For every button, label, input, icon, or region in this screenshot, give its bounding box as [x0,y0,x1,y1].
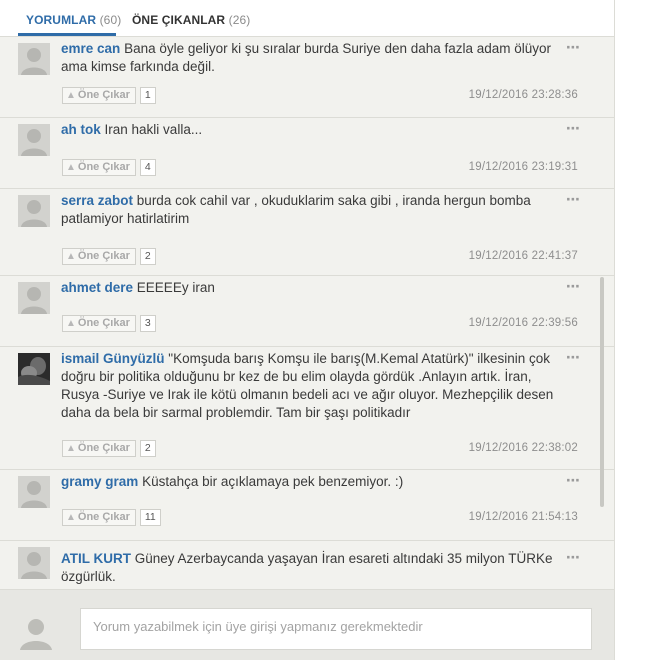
comment-body: serra zabot burda cok cahil var , okuduk… [61,192,555,228]
default-avatar-icon [21,48,47,75]
comment-actions: ▲ Öne Çıkar 11 [62,509,161,527]
more-options-icon[interactable]: ⋯ [566,191,581,208]
avatar[interactable] [18,547,50,579]
comments-panel: YORUMLAR (60) ÖNE ÇIKANLAR (26) emre can… [0,0,615,660]
default-avatar-icon [21,129,47,156]
up-arrow-icon: ▲ [66,162,76,173]
feature-button-label: Öne Çıkar [77,89,130,101]
feature-count: 11 [139,509,161,526]
comment-text: Iran hakli valla... [104,122,203,137]
comment-item: ismail Günyüzlü "Komşuda barış Komşu ile… [0,347,614,470]
comment-body: emre can Bana öyle geliyor ki şu sıralar… [61,40,555,76]
feature-count: 4 [139,159,156,176]
comment-author[interactable]: ah tok [61,122,101,137]
active-tab-indicator [18,33,116,36]
comment-date: 19/12/2016 22:38:02 [468,442,578,454]
comment-author[interactable]: gramy gram [61,474,138,489]
up-arrow-icon: ▲ [66,90,76,101]
comment-date: 19/12/2016 22:39:56 [468,317,578,329]
comment-composer: Yorum yazabilmek için üye girişi yapmanı… [0,589,614,660]
feature-button[interactable]: ▲ Öne Çıkar [62,509,136,526]
comment-actions: ▲ Öne Çıkar 4 [62,159,156,177]
default-avatar-icon [21,552,47,579]
comment-date: 19/12/2016 22:41:37 [468,250,578,262]
feature-button[interactable]: ▲ Öne Çıkar [62,87,136,104]
comment-author[interactable]: ismail Günyüzlü [61,351,165,366]
default-avatar-icon [21,200,47,227]
comment-item: ATIL KURT Güney Azerbaycanda yaşayan İra… [0,541,614,589]
tab-featured[interactable]: ÖNE ÇIKANLAR (26) [132,13,250,27]
comment-author[interactable]: serra zabot [61,193,133,208]
tab-comments-label: YORUMLAR [26,13,97,27]
comment-body: ah tok Iran hakli valla... [61,121,555,139]
comment-actions: ▲ Öne Çıkar 1 [62,87,156,105]
avatar[interactable] [18,282,50,314]
default-avatar-icon [21,287,47,314]
feature-button-label: Öne Çıkar [77,161,130,173]
more-options-icon[interactable]: ⋯ [566,549,581,566]
comment-text: Küstahça bir açıklamaya pek benzemiyor. … [142,474,404,489]
feature-button[interactable]: ▲ Öne Çıkar [62,248,136,265]
comment-tabs: YORUMLAR (60) ÖNE ÇIKANLAR (26) [0,0,614,37]
comment-body: gramy gram Küstahça bir açıklamaya pek b… [61,473,555,491]
comment-body: ATIL KURT Güney Azerbaycanda yaşayan İra… [61,550,555,586]
comment-date: 19/12/2016 21:54:13 [468,511,578,523]
comment-input[interactable]: Yorum yazabilmek için üye girişi yapmanı… [80,608,592,650]
avatar[interactable] [18,124,50,156]
feature-count: 3 [139,315,156,332]
feature-button[interactable]: ▲ Öne Çıkar [62,440,136,457]
comment-author[interactable]: emre can [61,41,120,56]
feature-button-label: Öne Çıkar [77,442,130,454]
scrollbar[interactable] [600,277,604,507]
comment-date: 19/12/2016 23:28:36 [468,89,578,101]
comment-text: EEEEEy iran [136,280,215,295]
tab-comments[interactable]: YORUMLAR (60) [26,13,121,27]
more-options-icon[interactable]: ⋯ [566,349,581,366]
more-options-icon[interactable]: ⋯ [566,120,581,137]
comment-body: ismail Günyüzlü "Komşuda barış Komşu ile… [61,350,555,422]
feature-button-label: Öne Çıkar [77,250,130,262]
comment-author[interactable]: ATIL KURT [61,551,131,566]
feature-count: 2 [139,248,156,265]
comment-body: ahmet dere EEEEEy iran [61,279,555,297]
comment-actions: ▲ Öne Çıkar 2 [62,440,156,458]
avatar[interactable] [18,353,50,385]
default-avatar-icon [21,481,47,508]
comment-item: serra zabot burda cok cahil var , okuduk… [0,189,614,276]
avatar[interactable] [18,476,50,508]
more-options-icon[interactable]: ⋯ [566,278,581,295]
tab-featured-count: (26) [228,13,251,27]
tab-featured-label: ÖNE ÇIKANLAR [132,13,226,27]
feature-count: 2 [139,440,156,457]
comment-item: emre can Bana öyle geliyor ki şu sıralar… [0,37,614,118]
up-arrow-icon: ▲ [66,443,76,454]
comment-list: emre can Bana öyle geliyor ki şu sıralar… [0,37,614,589]
user-avatar [18,614,54,650]
comment-author[interactable]: ahmet dere [61,280,133,295]
feature-button[interactable]: ▲ Öne Çıkar [62,159,136,176]
comment-date: 19/12/2016 23:19:31 [468,161,578,173]
feature-count: 1 [139,87,156,104]
feature-button-label: Öne Çıkar [77,511,130,523]
feature-button-label: Öne Çıkar [77,317,130,329]
comment-item: ah tok Iran hakli valla... ⋯ ▲ Öne Çıkar 4… [0,118,614,189]
up-arrow-icon: ▲ [66,512,76,523]
comment-item: gramy gram Küstahça bir açıklamaya pek b… [0,470,614,541]
avatar[interactable] [18,195,50,227]
feature-button[interactable]: ▲ Öne Çıkar [62,315,136,332]
comment-actions: ▲ Öne Çıkar 2 [62,248,156,266]
more-options-icon[interactable]: ⋯ [566,472,581,489]
up-arrow-icon: ▲ [66,251,76,262]
comment-actions: ▲ Öne Çıkar 3 [62,315,156,333]
profile-photo-icon [18,353,50,385]
tab-comments-count: (60) [99,13,122,27]
avatar[interactable] [18,43,50,75]
up-arrow-icon: ▲ [66,318,76,329]
comment-text: Bana öyle geliyor ki şu sıralar burda Su… [61,41,552,74]
comment-text: Güney Azerbaycanda yaşayan İran esareti … [61,551,553,584]
comment-item: ahmet dere EEEEEy iran ⋯ ▲ Öne Çıkar 3 19/… [0,276,614,347]
more-options-icon[interactable]: ⋯ [566,39,581,56]
default-avatar-icon [20,619,52,650]
